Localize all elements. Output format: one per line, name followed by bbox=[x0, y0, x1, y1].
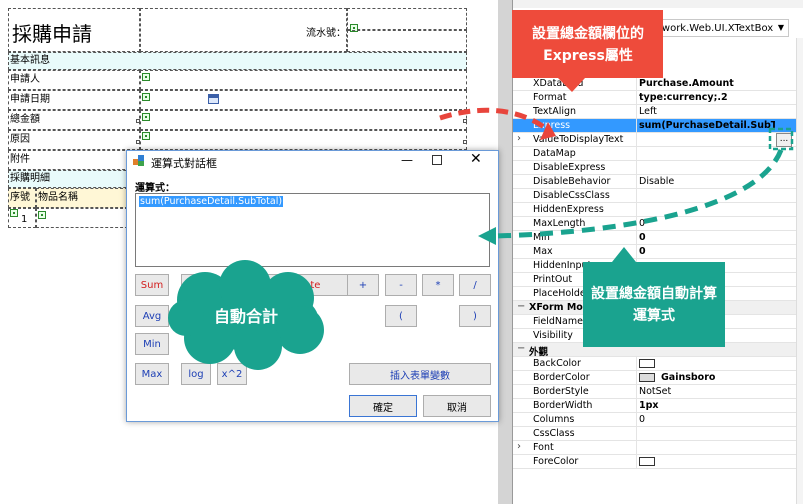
green-arrow-head bbox=[478, 227, 496, 245]
red-dashed-arrow bbox=[439, 107, 550, 132]
top-callout-text: 設置總金額欄位的Express屬性 bbox=[532, 26, 644, 64]
ellipsis-highlight bbox=[768, 127, 794, 151]
green-dashed-arrow bbox=[494, 149, 784, 239]
right-callout-text: 設置總金額自動計算運算式 bbox=[591, 286, 717, 324]
annotation-overlay bbox=[168, 10, 794, 370]
cloud-text: 自動合計 bbox=[213, 307, 278, 326]
